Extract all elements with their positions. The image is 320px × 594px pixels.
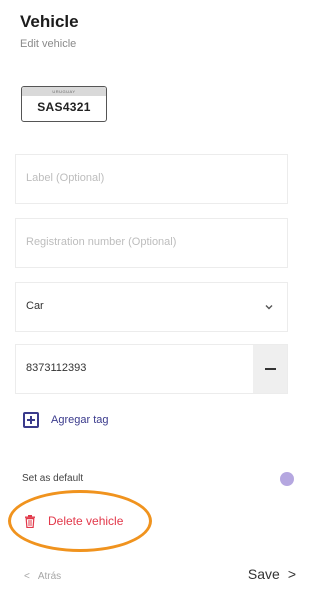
vehicle-type-value: Car [26, 300, 44, 312]
tag-number: 8373112393 [26, 362, 87, 374]
registration-placeholder: Registration number (Optional) [26, 236, 177, 248]
delete-vehicle-button[interactable]: Delete vehicle [24, 514, 123, 528]
label-input[interactable]: Label (Optional) [15, 154, 288, 204]
plate-number: SAS4321 [37, 100, 91, 114]
chevron-right-icon: > [287, 566, 296, 582]
save-button[interactable]: Save > [248, 566, 296, 582]
vehicle-type-select[interactable]: Car [15, 282, 288, 332]
save-label: Save [247, 566, 280, 582]
remove-tag-button[interactable] [253, 345, 287, 393]
back-button[interactable]: < Atrás [24, 571, 61, 582]
registration-input[interactable]: Registration number (Optional) [15, 218, 288, 268]
plus-square-icon [23, 412, 39, 428]
back-label: Atrás [37, 571, 62, 582]
chevron-down-icon [265, 305, 273, 310]
plate-country: URUGUAY [22, 87, 106, 96]
chevron-left-icon: < [24, 571, 30, 582]
set-default-toggle[interactable] [280, 472, 294, 486]
tag-field: 8373112393 [15, 344, 288, 394]
add-tag-label: Agregar tag [51, 414, 109, 426]
add-tag-button[interactable]: Agregar tag [23, 412, 108, 428]
page-title: Vehicle [20, 12, 79, 31]
set-default-label: Set as default [22, 473, 84, 484]
label-placeholder: Label (Optional) [26, 172, 105, 184]
minus-icon [264, 368, 276, 370]
trash-icon [25, 514, 35, 528]
page-subtitle: Edit vehicle [20, 38, 77, 50]
delete-vehicle-label: Delete vehicle [48, 514, 124, 528]
license-plate: URUGUAY SAS4321 [21, 86, 107, 122]
